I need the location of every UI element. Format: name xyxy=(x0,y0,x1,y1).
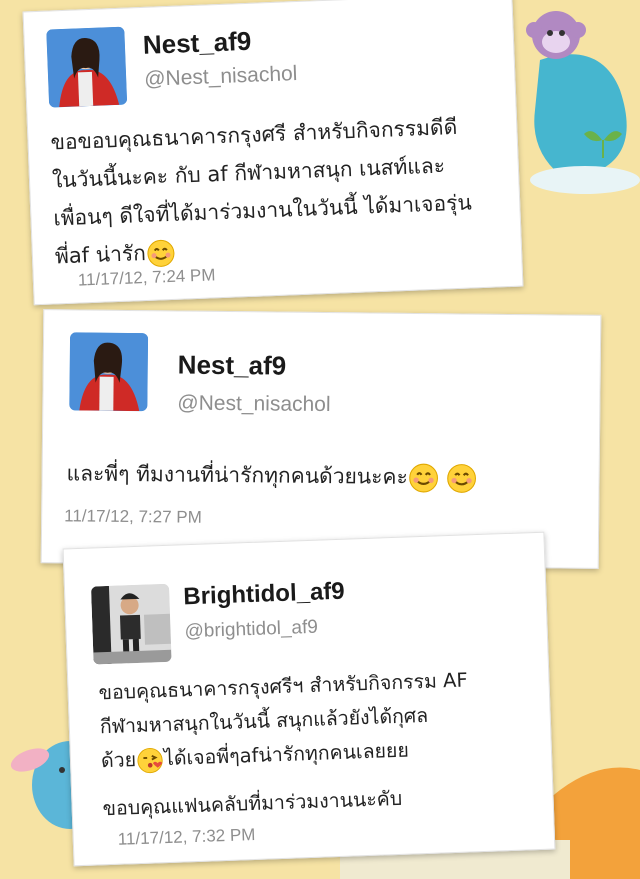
username-handle[interactable]: @Nest_nisachol xyxy=(144,62,298,92)
tweet-text-line: ขอบคุณแฟนคลับที่มาร่วมงานนะคับ xyxy=(102,786,403,821)
smiling-face-emoji xyxy=(447,464,477,493)
avatar[interactable] xyxy=(90,583,172,665)
tweet-card: Nest_af9 @Nest_nisachol ขอขอบคุณธนาคารกร… xyxy=(22,0,524,306)
username-handle[interactable]: @brightidol_af9 xyxy=(184,617,318,644)
tweet-card: Nest_af9 @Nest_nisachol และพี่ๆ ทีมงานที… xyxy=(40,309,602,569)
avatar-photo-icon xyxy=(69,332,149,412)
tweet-card: Brightidol_af9 @brightidol_af9 ขอบคุณธนา… xyxy=(62,531,556,867)
tweet-timestamp[interactable]: 11/17/12, 7:32 PM xyxy=(117,825,255,850)
smiling-face-emoji xyxy=(147,239,175,267)
display-name[interactable]: Brightidol_af9 xyxy=(183,578,345,612)
avatar-photo-icon xyxy=(90,583,172,665)
smiling-face-emoji xyxy=(409,463,439,493)
tweet-timestamp[interactable]: 11/17/12, 7:27 PM xyxy=(64,506,202,527)
tweet-text-line: และพี่ๆ ทีมงานที่น่ารักทุกคนด้วยนะคะ xyxy=(66,461,408,489)
tweet-text-line: ได้เจอพี่ๆafน่ารักทุกคนเลยยย xyxy=(163,738,410,771)
avatar[interactable] xyxy=(69,332,149,412)
display-name[interactable]: Nest_af9 xyxy=(178,349,287,381)
avatar[interactable] xyxy=(46,26,128,108)
tweet-timestamp[interactable]: 11/17/12, 7:24 PM xyxy=(78,265,216,290)
tweet-text-line: ด้วย xyxy=(100,748,137,773)
tweet-text: ขอบคุณธนาคารกรุงศรีฯ สำหรับกิจกรรม AF กี… xyxy=(98,663,472,826)
tweet-text-line: พี่af น่ารัก xyxy=(54,240,147,269)
tweet-text: ขอขอบคุณธนาคารกรุงศรี สำหรับกิจกรรมดีดี … xyxy=(50,107,474,275)
username-handle[interactable]: @Nest_nisachol xyxy=(177,391,330,417)
kissing-face-emoji xyxy=(137,747,163,773)
tweet-text: และพี่ๆ ทีมงานที่น่ารักทุกคนด้วยนะคะ xyxy=(66,454,478,496)
avatar-photo-icon xyxy=(46,26,128,108)
display-name[interactable]: Nest_af9 xyxy=(142,26,252,61)
